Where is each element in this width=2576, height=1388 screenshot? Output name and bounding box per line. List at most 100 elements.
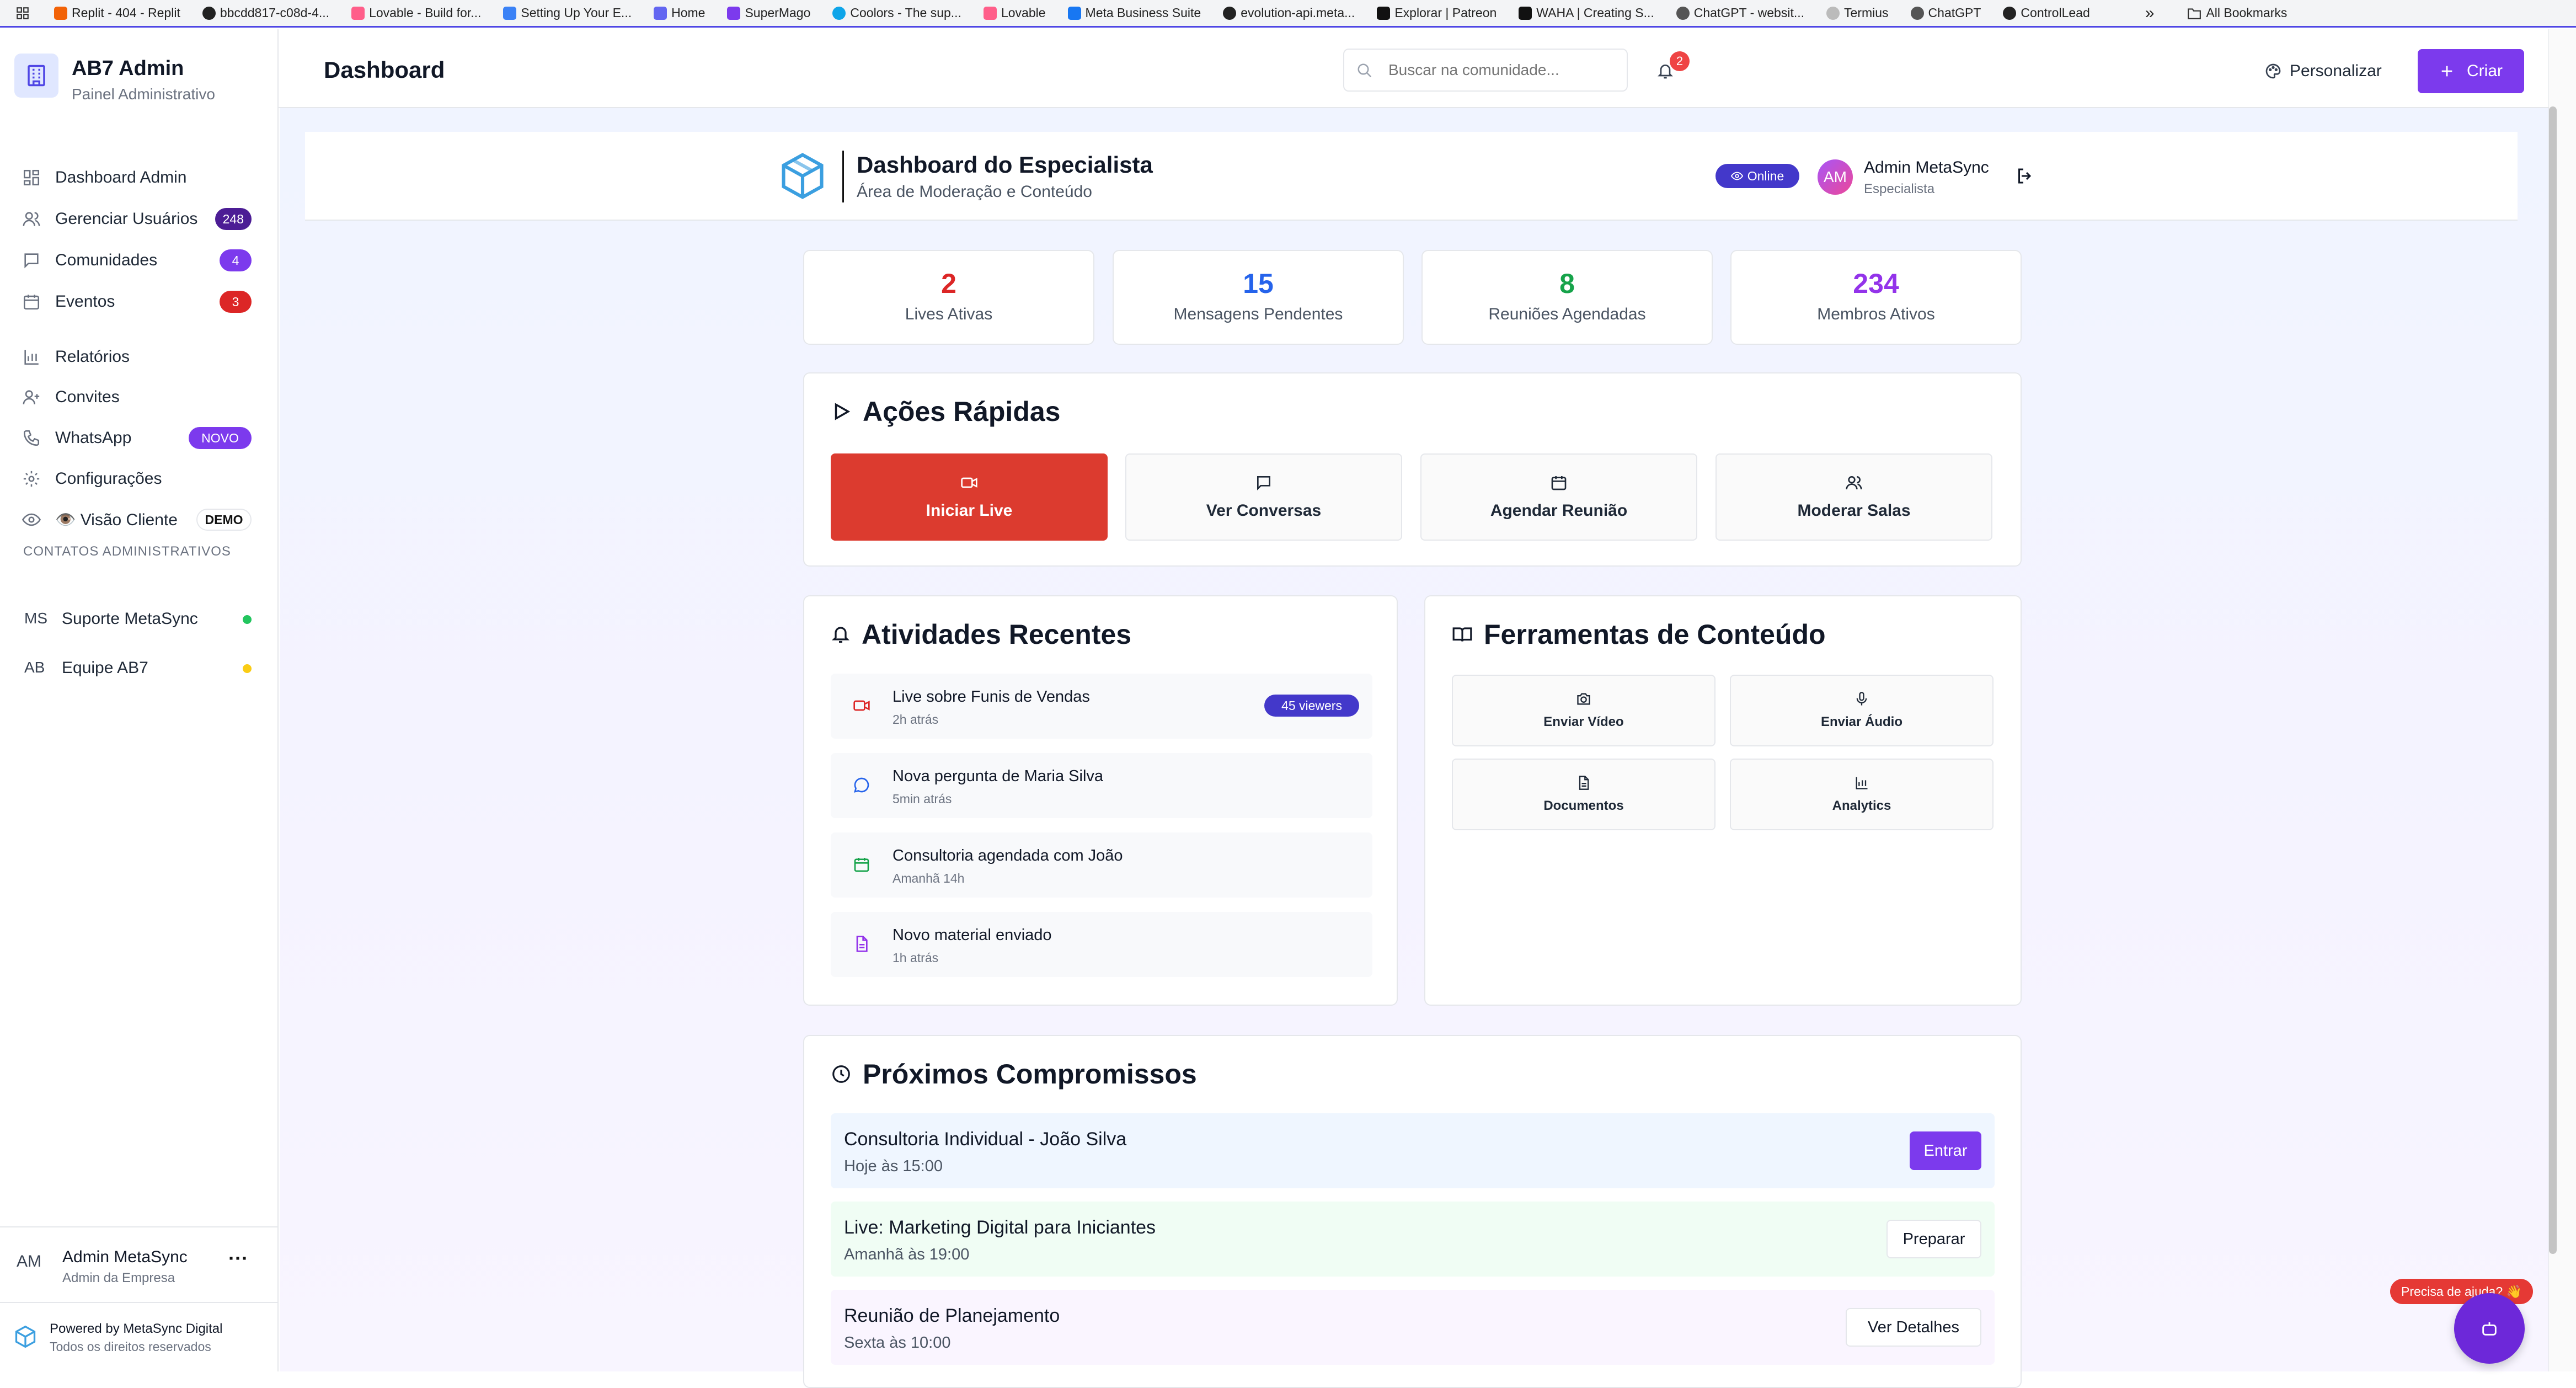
sidebar-item-eventos[interactable]: Eventos 3: [22, 286, 254, 317]
building-icon: [28, 65, 45, 87]
list-item[interactable]: Nova pergunta de Maria Silva 5min atrás: [831, 753, 1372, 818]
bookmark-evolution[interactable]: evolution-api.meta...: [1223, 6, 1355, 20]
sidebar-item-configuracoes[interactable]: Configurações: [22, 463, 254, 494]
apps-grid-icon[interactable]: [15, 6, 30, 20]
appointment-item: Consultoria Individual - João Silva Hoje…: [831, 1113, 1995, 1188]
search-box[interactable]: [1343, 49, 1628, 92]
help-tooltip[interactable]: Precisa de ajuda? 👋: [2390, 1279, 2534, 1304]
brand-title: AB7 Admin: [72, 57, 184, 80]
bookmark-lovable[interactable]: Lovable - Build for...: [351, 6, 481, 20]
all-bookmarks[interactable]: All Bookmarks: [2187, 6, 2287, 20]
enter-button[interactable]: Entrar: [1910, 1131, 1981, 1170]
notifications-button[interactable]: 2: [1651, 51, 1690, 87]
activity-title: Consultoria agendada com João: [892, 847, 1123, 864]
supermago-icon: [727, 6, 741, 20]
globe-icon: [1223, 6, 1237, 20]
personalize-button[interactable]: Personalizar: [2264, 55, 2386, 88]
stat-value: 8: [1559, 268, 1575, 299]
demo-badge: DEMO: [196, 509, 252, 531]
expert-user-name: Admin MetaSync: [1864, 158, 1989, 177]
recent-activities-title: Atividades Recentes: [831, 618, 1131, 650]
view-details-button[interactable]: Ver Detalhes: [1846, 1308, 1981, 1347]
bookmark-meta[interactable]: Meta Business Suite: [1067, 6, 1201, 20]
view-conversations-button[interactable]: Ver Conversas: [1125, 453, 1402, 541]
bookmark-coolors[interactable]: Coolors - The sup...: [832, 6, 961, 20]
bookmarks-bar: Replit - 404 - Replit bbcdd817-c08d-4...…: [0, 0, 2576, 28]
sidebar-item-comunidades[interactable]: Comunidades 4: [22, 245, 254, 276]
start-live-button[interactable]: Iniciar Live: [831, 453, 1108, 541]
chatgpt-icon: [1910, 6, 1924, 20]
bot-icon: [2482, 1322, 2497, 1336]
stat-label: Mensagens Pendentes: [1173, 305, 1343, 323]
bookmark-bbcdd[interactable]: bbcdd817-c08d-4...: [202, 6, 329, 20]
sidebar-item-visao-cliente[interactable]: 👁️ Visão Cliente DEMO: [22, 504, 254, 535]
chatgpt-icon: [1676, 6, 1690, 20]
stat-value: 234: [1853, 268, 1899, 299]
users-icon: [1846, 476, 1862, 490]
notification-count-badge: 2: [1670, 51, 1690, 71]
activity-title: Novo material enviado: [892, 926, 1052, 944]
sidebar-item-relatorios[interactable]: Relatórios: [22, 341, 254, 372]
appointment-time: Hoje às 15:00: [844, 1157, 943, 1175]
moderate-rooms-button[interactable]: Moderar Salas: [1715, 453, 1992, 541]
sidebar-item-whatsapp[interactable]: WhatsApp NOVO: [22, 423, 254, 453]
list-item[interactable]: Novo material enviado 1h atrás: [831, 912, 1372, 977]
stat-label: Reuniões Agendadas: [1488, 305, 1646, 323]
appointment-item: Reunião de Planejamento Sexta às 10:00 V…: [831, 1290, 1995, 1365]
scrollbar-thumb[interactable]: [2549, 106, 2557, 1254]
upload-video-button[interactable]: Enviar Vídeo: [1452, 675, 1715, 746]
stat-label: Lives Ativas: [905, 305, 993, 323]
expert-header: Dashboard do Especialista Área de Modera…: [305, 132, 2518, 221]
documents-button[interactable]: Documentos: [1452, 759, 1715, 830]
bar-chart-icon: [24, 350, 39, 365]
bookmark-patreon[interactable]: Explorar | Patreon: [1377, 6, 1497, 20]
sidebar-user[interactable]: AM Admin MetaSync Admin da Empresa ···: [0, 1235, 279, 1295]
avatar: AM: [1818, 159, 1853, 195]
bookmark-chatgpt-website[interactable]: ChatGPT - websit...: [1676, 6, 1804, 20]
logout-icon[interactable]: [2015, 166, 2035, 186]
contact-suporte-metasync[interactable]: MS Suporte MetaSync: [22, 605, 254, 633]
create-button[interactable]: Criar: [2418, 49, 2524, 93]
patreon-icon: [1377, 6, 1391, 20]
video-icon: [961, 477, 977, 488]
page-scrollbar[interactable]: [2548, 29, 2576, 1371]
message-icon: [24, 253, 39, 269]
calendar-icon: [23, 295, 40, 310]
communities-count-badge: 4: [220, 249, 252, 271]
brand-logo: [14, 54, 58, 98]
users-icon: [23, 212, 40, 226]
upload-audio-button[interactable]: Enviar Áudio: [1730, 675, 1994, 746]
folder-icon: [2188, 8, 2201, 19]
contact-initials: AB: [24, 659, 45, 676]
clock-icon: [832, 1065, 850, 1083]
bookmark-chatgpt[interactable]: ChatGPT: [1910, 6, 1981, 20]
search-input[interactable]: [1388, 57, 1620, 83]
bookmark-replit[interactable]: Replit - 404 - Replit: [54, 6, 180, 20]
content-tools-title: Ferramentas de Conteúdo: [1452, 618, 1826, 650]
bookmark-waha[interactable]: WAHA | Creating S...: [1519, 6, 1654, 20]
bookmark-controllead[interactable]: ControlLead: [2003, 6, 2090, 20]
content-tools-card: Ferramentas de Conteúdo Enviar Vídeo Env…: [1424, 595, 2022, 1006]
sidebar-item-convites[interactable]: Convites: [22, 382, 254, 413]
list-item[interactable]: Live sobre Funis de Vendas 2h atrás 45 v…: [831, 674, 1372, 739]
bookmark-supermago[interactable]: SuperMago: [727, 6, 810, 20]
bookmark-home[interactable]: Home: [654, 6, 705, 20]
appointment-item: Live: Marketing Digital para Iniciantes …: [831, 1202, 1995, 1277]
activity-time: 5min atrás: [892, 792, 952, 806]
chatbot-button[interactable]: [2454, 1293, 2525, 1364]
sidebar-item-gerenciar-usuarios[interactable]: Gerenciar Usuários 248: [22, 204, 254, 234]
bookmark-setting-up[interactable]: Setting Up Your E...: [503, 6, 632, 20]
book-open-icon: [1452, 627, 1472, 642]
prepare-button[interactable]: Preparar: [1886, 1220, 1981, 1258]
header-divider: [842, 151, 844, 202]
contact-equipe-ab7[interactable]: AB Equipe AB7: [22, 654, 254, 682]
bookmark-termius[interactable]: Termius: [1826, 6, 1889, 20]
schedule-meeting-button[interactable]: Agendar Reunião: [1420, 453, 1697, 541]
analytics-button[interactable]: Analytics: [1730, 759, 1994, 830]
bookmarks-more-button[interactable]: »: [2145, 4, 2155, 23]
powered-by-footer: Powered by MetaSync Digital Todos os dir…: [0, 1315, 279, 1359]
sidebar-item-dashboard-admin[interactable]: Dashboard Admin: [22, 162, 254, 193]
bookmark-lovable-2[interactable]: Lovable: [983, 6, 1046, 20]
user-menu-button[interactable]: ···: [228, 1247, 248, 1270]
list-item[interactable]: Consultoria agendada com João Amanhã 14h: [831, 832, 1372, 898]
